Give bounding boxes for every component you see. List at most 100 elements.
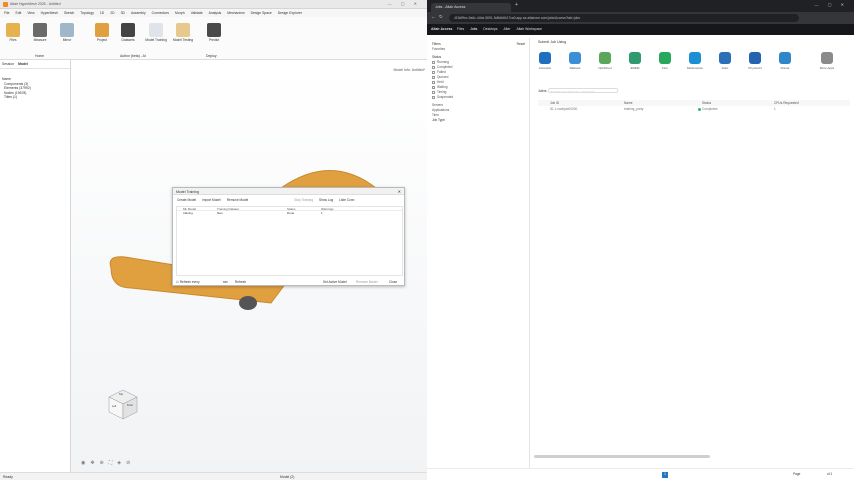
menu-item[interactable]: Connectors xyxy=(152,11,169,15)
browser-tabstrip: Jobs - Altair Access + — ▢ ✕ xyxy=(427,0,854,12)
measure-tool[interactable]: Measure xyxy=(29,23,51,42)
url-input[interactable]: 415df9ec-9a6c-44bd-9691-5d5db8417ca0.app… xyxy=(449,14,799,22)
model-training-tool[interactable]: Model Training xyxy=(143,23,169,42)
tree-item-titles[interactable]: Titles (1) xyxy=(0,95,70,100)
menu-item[interactable]: 3D xyxy=(121,11,125,15)
view-cube[interactable]: Top Left Front xyxy=(105,386,141,422)
project-tool[interactable]: Project xyxy=(91,23,113,42)
menu-item[interactable]: Topology xyxy=(80,11,94,15)
menu-item[interactable]: Design Space xyxy=(251,11,272,15)
sec-label: sec xyxy=(223,280,228,284)
list-conn-button[interactable]: Liste Conn xyxy=(339,198,354,202)
group-author-label: Author (beta) - AI xyxy=(120,54,146,58)
predict-tool[interactable]: Predict xyxy=(203,23,225,42)
datasets-tool[interactable]: Datasets xyxy=(117,23,139,42)
tab-model[interactable]: Model xyxy=(18,62,28,66)
solver-optistruct[interactable]: OptiStruct xyxy=(594,52,616,70)
create-model-button[interactable]: Create Model xyxy=(177,198,196,202)
feko-icon xyxy=(719,52,731,64)
menu-item[interactable]: Assembly xyxy=(131,11,146,15)
menu-item[interactable]: Analysis xyxy=(209,11,222,15)
motionsolve-icon xyxy=(689,52,701,64)
set-active-model-button[interactable]: Set Active Model xyxy=(323,280,347,284)
app-logo-icon xyxy=(3,2,8,7)
browser-tab[interactable]: Jobs - Altair Access xyxy=(431,3,511,12)
solver-edem[interactable]: EDEM xyxy=(624,52,646,70)
menu-item[interactable]: Design Explorer xyxy=(278,11,302,15)
nav-files[interactable]: Files xyxy=(457,27,464,31)
menu-item[interactable]: Sketch xyxy=(64,11,74,15)
job-search-input[interactable]: Search using job name, job id, host xyxy=(548,88,618,93)
status-text: Ready xyxy=(3,474,13,479)
refresh-button[interactable]: Refresh xyxy=(235,280,246,284)
solver-radioss[interactable]: Radioss xyxy=(564,52,586,70)
nav-alter[interactable]: Alter xyxy=(503,27,510,31)
favorites-label[interactable]: Favorites xyxy=(427,47,529,52)
table-row[interactable]: training Nan Done 1 xyxy=(177,211,402,215)
nav-desktops[interactable]: Desktops xyxy=(483,27,497,31)
page-label: Page xyxy=(793,472,801,476)
nav-jobs[interactable]: Jobs xyxy=(470,27,477,31)
remove-model-button[interactable]: Remove Model xyxy=(227,198,248,202)
page-current-button[interactable]: 1 xyxy=(662,472,668,478)
solver-physicsai[interactable]: PhysicsAI xyxy=(744,52,766,70)
files-tool[interactable]: Files xyxy=(2,23,24,42)
import-model-button[interactable]: Import Model xyxy=(202,198,221,202)
view-icon[interactable]: ◈ xyxy=(117,460,121,466)
window-controls-icon[interactable]: — ▢ ✕ xyxy=(815,2,848,7)
window-title: Altair HyperMesh 2025 - Untitled xyxy=(10,2,61,6)
table-row[interactable]: ID-1-nodejob00000 training_party Complet… xyxy=(538,107,850,112)
ribbon: Files Measure Mirror Project Datasets Mo… xyxy=(0,17,427,60)
hypermesh-window: Altair HyperMesh 2025 - Untitled — ▢ ✕ F… xyxy=(0,0,427,480)
filters-panel: Filters Reset Favorites Status Running C… xyxy=(427,38,530,472)
menu-item[interactable]: View xyxy=(27,11,34,15)
zoom-icon[interactable]: ⊕ xyxy=(100,460,104,466)
menu-item[interactable]: 2D xyxy=(110,11,114,15)
nav-workspace[interactable]: Altair Workspace xyxy=(516,27,542,31)
view-toolbar[interactable]: ◉ ✥ ⊕ ⛶ ◈ ⊘ xyxy=(81,460,130,466)
optistruct-icon xyxy=(599,52,611,64)
dialog-toolbar: Create Model Import Model Remove Model S… xyxy=(173,196,404,204)
viewcube-front: Front xyxy=(127,404,133,407)
solver-flux[interactable]: Flux xyxy=(654,52,676,70)
model-training-dialog: Model Training ✕ Create Model Import Mod… xyxy=(172,187,405,286)
section-icon[interactable]: ⊘ xyxy=(126,460,130,466)
menu-item[interactable]: HyperMesh xyxy=(41,11,58,15)
menu-item[interactable]: Edit xyxy=(15,11,21,15)
show-log-button[interactable]: Show Log xyxy=(319,198,333,202)
browser-window: Jobs - Altair Access + — ▢ ✕ ← ↻ 415df9e… xyxy=(427,0,854,480)
reload-icon[interactable]: ↻ xyxy=(439,14,443,20)
testing-icon xyxy=(176,23,190,37)
remove-model-footer-button[interactable]: Remove Model xyxy=(356,280,377,284)
fit-icon[interactable]: ⛶ xyxy=(109,460,113,466)
solver-more-apps[interactable]: More Apps xyxy=(816,52,838,70)
solver-feko[interactable]: Feko xyxy=(714,52,736,70)
menu-item[interactable]: File xyxy=(4,11,9,15)
horizontal-scrollbar[interactable] xyxy=(534,455,710,458)
model-testing-tool[interactable]: Model Testing xyxy=(170,23,196,42)
filter-job-type[interactable]: Job Type xyxy=(427,118,529,123)
menu-item[interactable]: Validate xyxy=(191,11,203,15)
refresh-every-checkbox[interactable]: ☑ Refresh every xyxy=(176,280,200,284)
gear-icon xyxy=(821,52,833,64)
filters-reset-link[interactable]: Reset xyxy=(517,42,525,47)
solver-acusolve[interactable]: Acusolve xyxy=(534,52,556,70)
status-bar: Ready Model (2) xyxy=(0,472,427,480)
solver-motionsolve[interactable]: Motionsolve xyxy=(684,52,706,70)
solver-romai[interactable]: Romai xyxy=(774,52,796,70)
window-controls-icon[interactable]: — ▢ ✕ xyxy=(388,1,421,6)
close-icon[interactable]: ✕ xyxy=(398,189,401,194)
close-button[interactable]: Close xyxy=(389,280,397,284)
filter-suspended[interactable]: Suspended xyxy=(427,95,529,100)
menu-item[interactable]: 1D xyxy=(100,11,104,15)
rotate-icon[interactable]: ◉ xyxy=(81,460,85,466)
mirror-tool[interactable]: Mirror xyxy=(56,23,78,42)
menu-item[interactable]: Morph xyxy=(175,11,185,15)
back-icon[interactable]: ← xyxy=(431,14,436,19)
acusolve-icon xyxy=(539,52,551,64)
stop-training-button[interactable]: Stop Training xyxy=(294,198,313,202)
new-tab-icon[interactable]: + xyxy=(515,2,518,8)
menu-item[interactable]: Mechanism xyxy=(227,11,244,15)
tab-session[interactable]: Session xyxy=(2,62,14,66)
pan-icon[interactable]: ✥ xyxy=(90,460,94,466)
